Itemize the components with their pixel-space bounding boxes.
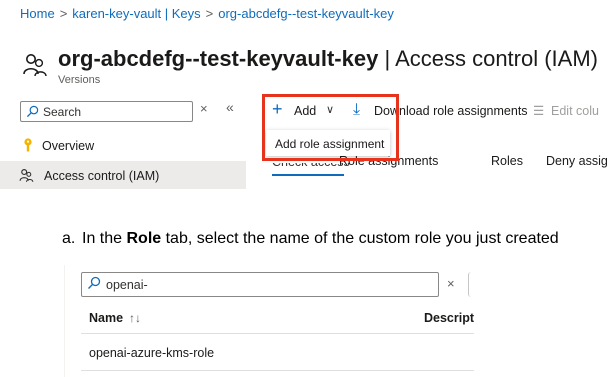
title-separator: | [384,46,391,71]
collapse-sidebar-icon[interactable]: « [226,99,234,115]
instruction-prefix: In the [82,230,127,247]
column-header-name[interactable]: Name ↑↓ [89,311,141,325]
breadcrumb-key[interactable]: org-abcdefg--test-keyvault-key [218,6,394,21]
sidebar-item-access-control[interactable]: Access control (IAM) [0,161,246,189]
chevron-right-icon: > [59,6,68,21]
chevron-right-icon: > [205,6,214,21]
resource-name: org-abcdefg--test-keyvault-key [58,46,379,71]
clear-search-icon[interactable]: × [200,101,208,116]
sort-icon[interactable]: ↑↓ [129,311,141,325]
instruction-suffix: tab, select the name of the custom role … [161,230,559,247]
breadcrumb-home[interactable]: Home [20,6,55,21]
page-subtitle: Versions [58,74,101,86]
breadcrumb: Home > karen-key-vault | Keys > org-abcdefg-… [20,6,394,21]
download-button-label: Download role assignments [374,104,528,118]
divider [81,333,474,334]
role-search-value: openai- [106,278,148,292]
key-icon [24,138,32,152]
sidebar-item-label: Overview [42,139,95,153]
instruction-bold: Role [126,230,162,247]
column-header-description[interactable]: Descripti [424,311,474,325]
edit-columns-label: Edit colu [551,104,599,118]
tab-role-assignments[interactable]: Role assignments [339,154,438,168]
instruction-text: In the Role tab, select the name of the … [82,230,559,248]
clear-search-icon[interactable]: × [447,276,455,291]
active-tab-indicator [272,174,344,176]
page-title: org-abcdefg--test-keyvault-key | Access … [58,46,598,72]
search-icon [88,276,101,289]
download-icon: ⤓ [353,101,361,118]
menu-item-add-role-assignment[interactable]: Add role assignment [275,137,384,151]
chevron-down-icon: ∨ [326,104,335,116]
role-search-input[interactable]: openai- [81,272,439,297]
sidebar-item-label: Access control (IAM) [44,169,160,183]
search-icon [26,105,39,118]
table-row[interactable]: openai-azure-kms-role [89,346,214,360]
tab-deny-assignments[interactable]: Deny assig [546,154,608,168]
tab-roles[interactable]: Roles [491,154,523,168]
sidebar-item-overview[interactable]: Overview [18,136,246,158]
column-header-label: Name [89,311,124,325]
sidebar-search-input[interactable]: Search [20,101,193,122]
people-icon [23,54,47,77]
section-name: Access control (IAM) [395,46,598,71]
add-dropdown-menu: Add role assignment [266,130,390,156]
breadcrumb-vault[interactable]: karen-key-vault | Keys [72,6,200,21]
divider [81,370,474,371]
filter-pill-edge [468,272,475,297]
plus-icon: + [272,99,283,119]
search-placeholder: Search [43,105,82,119]
add-button-label: Add [294,104,317,118]
columns-icon: ☰ [533,104,545,118]
people-icon [19,169,34,182]
step-marker: a. [62,230,76,247]
